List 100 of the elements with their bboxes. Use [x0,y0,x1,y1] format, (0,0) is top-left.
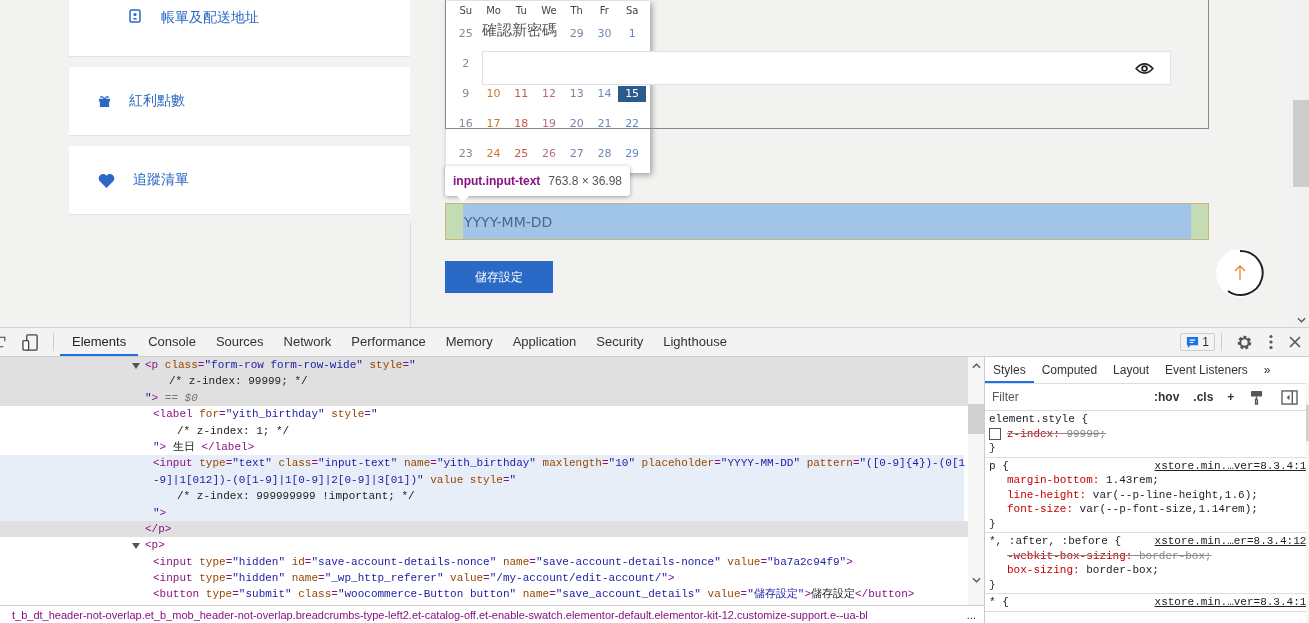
calendar-day[interactable]: 22 [618,116,646,132]
scroll-down-icon[interactable] [971,577,981,583]
code-line: -9]|1[012])-(0[1-9]|1[0-9]|2[0-9]|3[01])" value style=" [153,473,517,486]
sidebar-item[interactable]: 追蹤清單 [69,146,410,215]
source-link[interactable]: xstore.min.…er=8.3.4:12 [1154,534,1307,549]
devtools-tab[interactable]: Console [138,328,206,356]
calendar-day[interactable]: 28 [590,146,619,162]
devtools-tab[interactable]: Application [502,328,587,356]
code-line: "> [153,506,167,519]
calendar-day[interactable]: 30 [590,26,619,42]
css-selector: element.style { [989,412,1089,427]
address-book-icon [129,9,141,23]
calendar-day[interactable]: 9 [452,86,480,102]
tree-row[interactable]: <label for="yith_birthday" style=" [0,406,968,423]
calendar-day[interactable]: 1 [618,26,646,42]
closing-brace: } [989,516,997,531]
toolbar-button[interactable]: .cls [1187,390,1220,404]
code-line: /* z-index: 99999; */ [169,375,308,388]
calendar-day[interactable]: 20 [562,116,591,132]
calendar-day[interactable]: 13 [562,86,591,102]
more-button[interactable]: ... [958,608,984,621]
scroll-down-icon[interactable] [1296,317,1306,323]
styles-tab[interactable]: Styles [985,357,1034,383]
calendar-day[interactable]: 29 [562,26,591,42]
calendar-day[interactable]: 14 [590,86,619,102]
code-line: <p> [145,539,165,552]
save-button[interactable]: 儲存設定 [445,261,553,293]
checkbox[interactable] [989,427,1001,440]
tree-row[interactable]: /* z-index: 1; */ [0,422,968,439]
password-field[interactable] [482,51,1171,85]
source-link[interactable]: xstore.min.…ver=8.3.4:1 [1154,595,1307,610]
field-label: 確認新密碼 [482,20,557,40]
weekday-label: Mo [485,4,502,16]
weekday-label: Tu [514,4,528,16]
sidebar-item[interactable]: 紅利點數 [69,67,410,136]
scroll-to-top-button[interactable] [1216,249,1264,297]
calendar-day[interactable]: 26 [535,146,563,162]
tree-row[interactable]: /* z-index: 99999; */ [0,373,968,390]
devtools-tab[interactable]: Security [586,328,654,356]
inspect-icon[interactable] [0,334,8,350]
devtools-tab[interactable]: Sources [205,328,274,356]
code-line: <button type="submit" class="woocommerce-Button button" name="save_account_details" value="儲存設定">儲存設定</button> [153,588,915,601]
breadcrumb-path[interactable]: t_b_dt_header-not-overlap.et_b_mob_header-not-overlap.breadcrumbs-type-left2.et-catalog-off.et-enable-swatch.elementor-default.elementor-kit-12.customize-support.e--ua-bl [0,608,868,621]
date-field[interactable]: YYYY-MM-DD [445,203,1209,240]
toolbar-button[interactable]: + [1221,390,1241,404]
close-icon[interactable] [1289,336,1301,348]
expand-arrow-icon[interactable] [132,543,140,550]
gift-icon [98,95,111,107]
code-line: <p class="form-row form-row-wide" style=" [145,359,416,371]
paint-roller-icon[interactable] [1250,389,1264,405]
styles-tab[interactable]: Computed [1033,357,1106,383]
more-tabs-button[interactable]: » [1255,357,1279,383]
code-line: <input type="text" class="input-text" name="yith_birthday" maxlength="10" placeholder="YYYY-MM-DD" pattern="([0-9]{4})-(0[1 [153,457,966,470]
closing-brace: } [989,577,997,592]
calendar-day[interactable]: 19 [535,116,563,132]
weekday-label: We [540,4,558,16]
scrollbar[interactable] [968,357,984,605]
sidebar-toggle-icon[interactable] [1281,389,1299,405]
calendar-day[interactable]: 11 [507,86,536,102]
devtools-tab[interactable]: Lighthouse [653,328,737,356]
code-line: /* z-index: 1; */ [177,424,290,437]
calendar-day[interactable]: 25 [507,146,536,162]
calendar-day[interactable]: 15 [618,86,646,102]
issues-badge[interactable]: 1 [1180,333,1215,351]
tree-row[interactable]: <input type="hidden" id="save-account-details-nonce" name="save-account-details-nonce" value="ba7a2c94f9"> [0,553,968,571]
sidebar-item[interactable]: 帳單及配送地址 [69,0,410,57]
styles-tab[interactable]: Layout [1105,357,1158,383]
tree-row[interactable]: "> 生日 </label> [0,438,968,456]
code-line: <input type="hidden" name="_wp_http_referer" value="/my-account/edit-account/"> [153,572,675,585]
calendar-day[interactable]: 29 [618,146,646,162]
styles-tab[interactable]: Event Listeners [1157,357,1256,383]
devtools-tab[interactable]: Performance [341,328,436,356]
scrollbar-thumb[interactable] [1293,100,1309,187]
more-icon[interactable] [1269,334,1273,350]
calendar-day[interactable]: 25 [452,26,480,42]
scroll-up-icon[interactable] [971,363,981,369]
css-declaration: box-sizing: border-box; [1007,563,1159,578]
tree-row[interactable]: <p class="form-row form-row-wide" style=" [0,357,968,374]
calendar-day[interactable]: 12 [535,86,563,102]
tree-row[interactable]: <input type="text" class="input-text" name="yith_birthday" maxlength="10" placeholder="YYYY-MM-DD" pattern="([0-9]{4})-(0[1 [0,455,964,472]
tree-row[interactable]: /* z-index: 999999999 !important; */ [0,488,964,505]
devtools-tab[interactable]: Network [273,328,342,356]
devtools-tab[interactable]: Memory [435,328,503,356]
settings-icon[interactable] [1236,333,1253,351]
css-declaration: font-size: var(--p-font-size,1.14rem); [1007,502,1258,517]
css-declaration: line-height: var(--p-line-height,1.6); [1007,487,1258,502]
weekday-label: Th [569,4,584,16]
weekday-label: Sa [624,4,640,16]
tree-row[interactable]: <p> [0,537,968,554]
toolbar-button[interactable]: :hov [1148,390,1186,404]
tree-row[interactable]: <input type="hidden" name="_wp_http_referer" value="/my-account/edit-account/"> [0,570,968,587]
calendar-day[interactable]: 21 [590,116,619,132]
source-link[interactable]: xstore.min.…ver=8.3.4:1 [1154,458,1307,473]
calendar-day[interactable]: 18 [507,116,536,132]
calendar-day[interactable]: 27 [562,146,591,162]
calendar-day[interactable]: 16 [452,116,480,132]
device-toolbar-icon[interactable] [22,333,39,351]
eye-icon[interactable] [1135,61,1154,75]
scrollbar-thumb[interactable] [968,404,984,434]
tree-row[interactable]: <button type="submit" class="woocommerce-Button button" name="save_account_details" value="儲存設定">儲存設定</button> [0,586,968,603]
